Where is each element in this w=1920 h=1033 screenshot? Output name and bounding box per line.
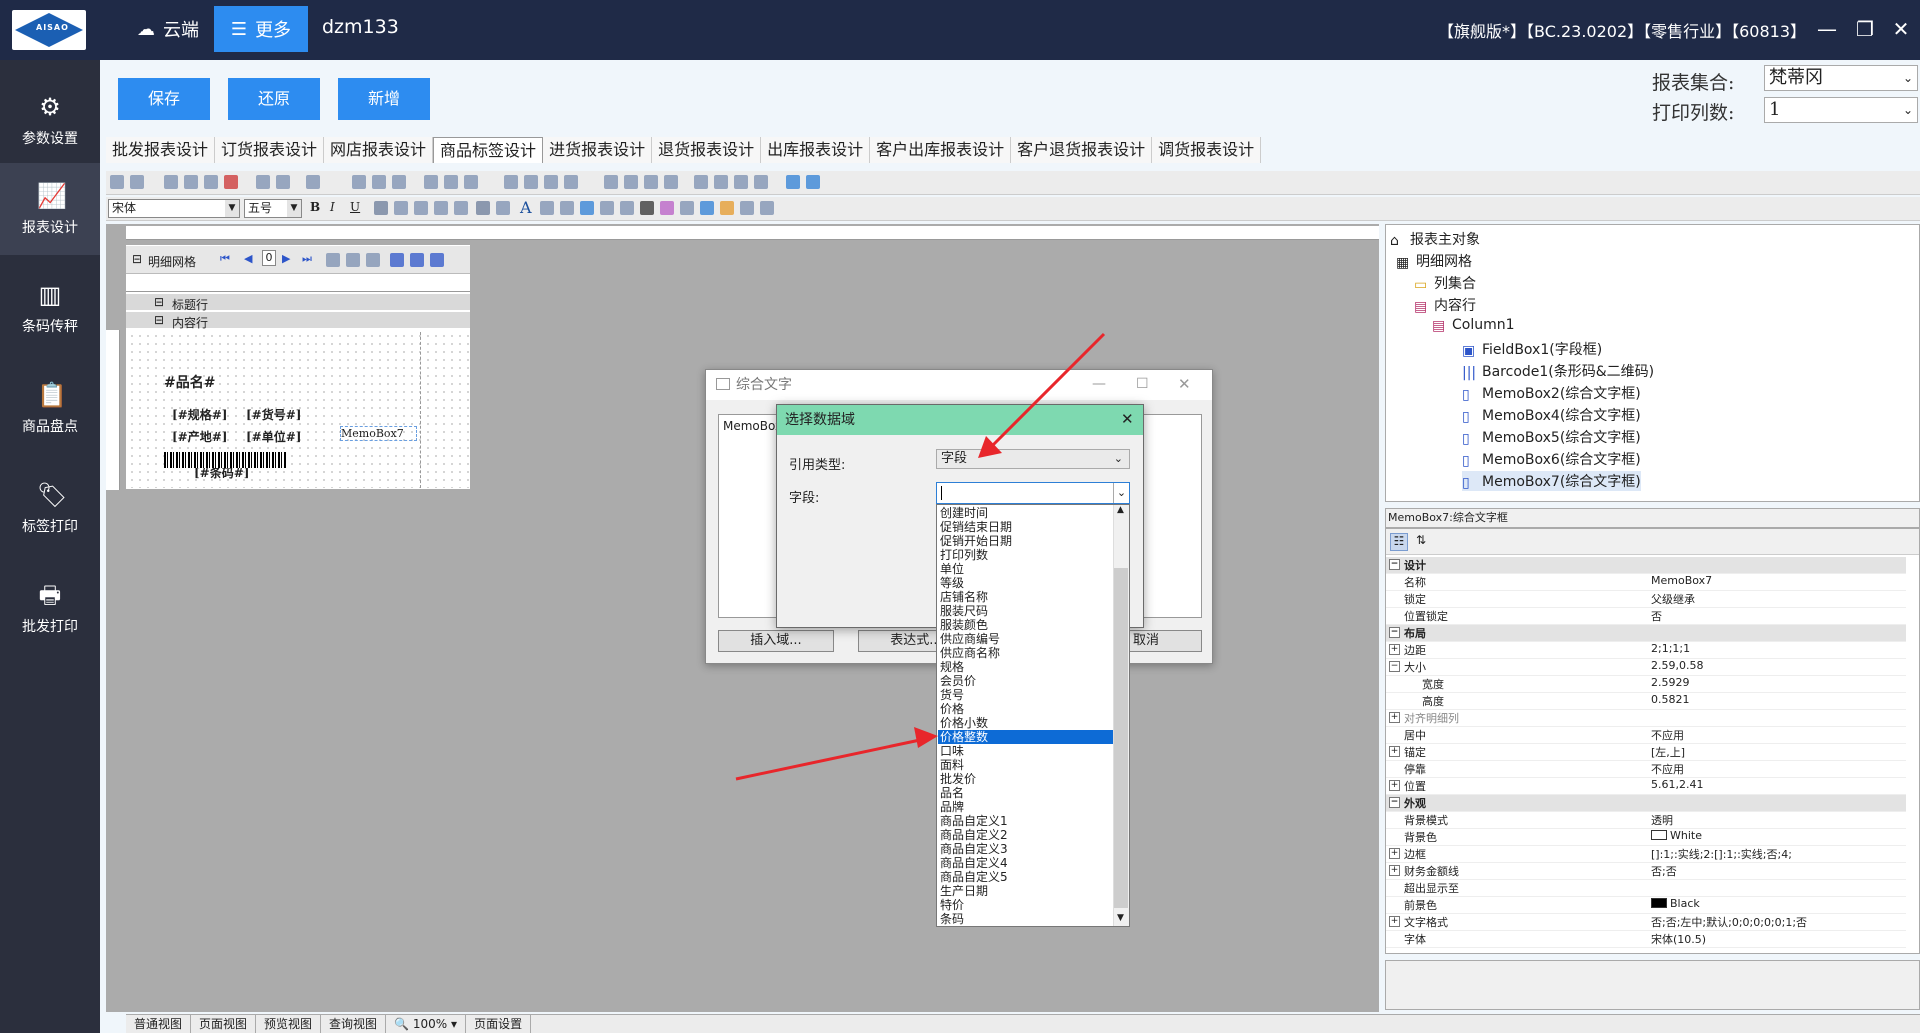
arrow-to-ref-type [990, 332, 1106, 448]
arrow-to-selected-field [735, 738, 921, 781]
annotation-arrows [735, 332, 1106, 781]
arrowhead-icon [914, 727, 938, 748]
